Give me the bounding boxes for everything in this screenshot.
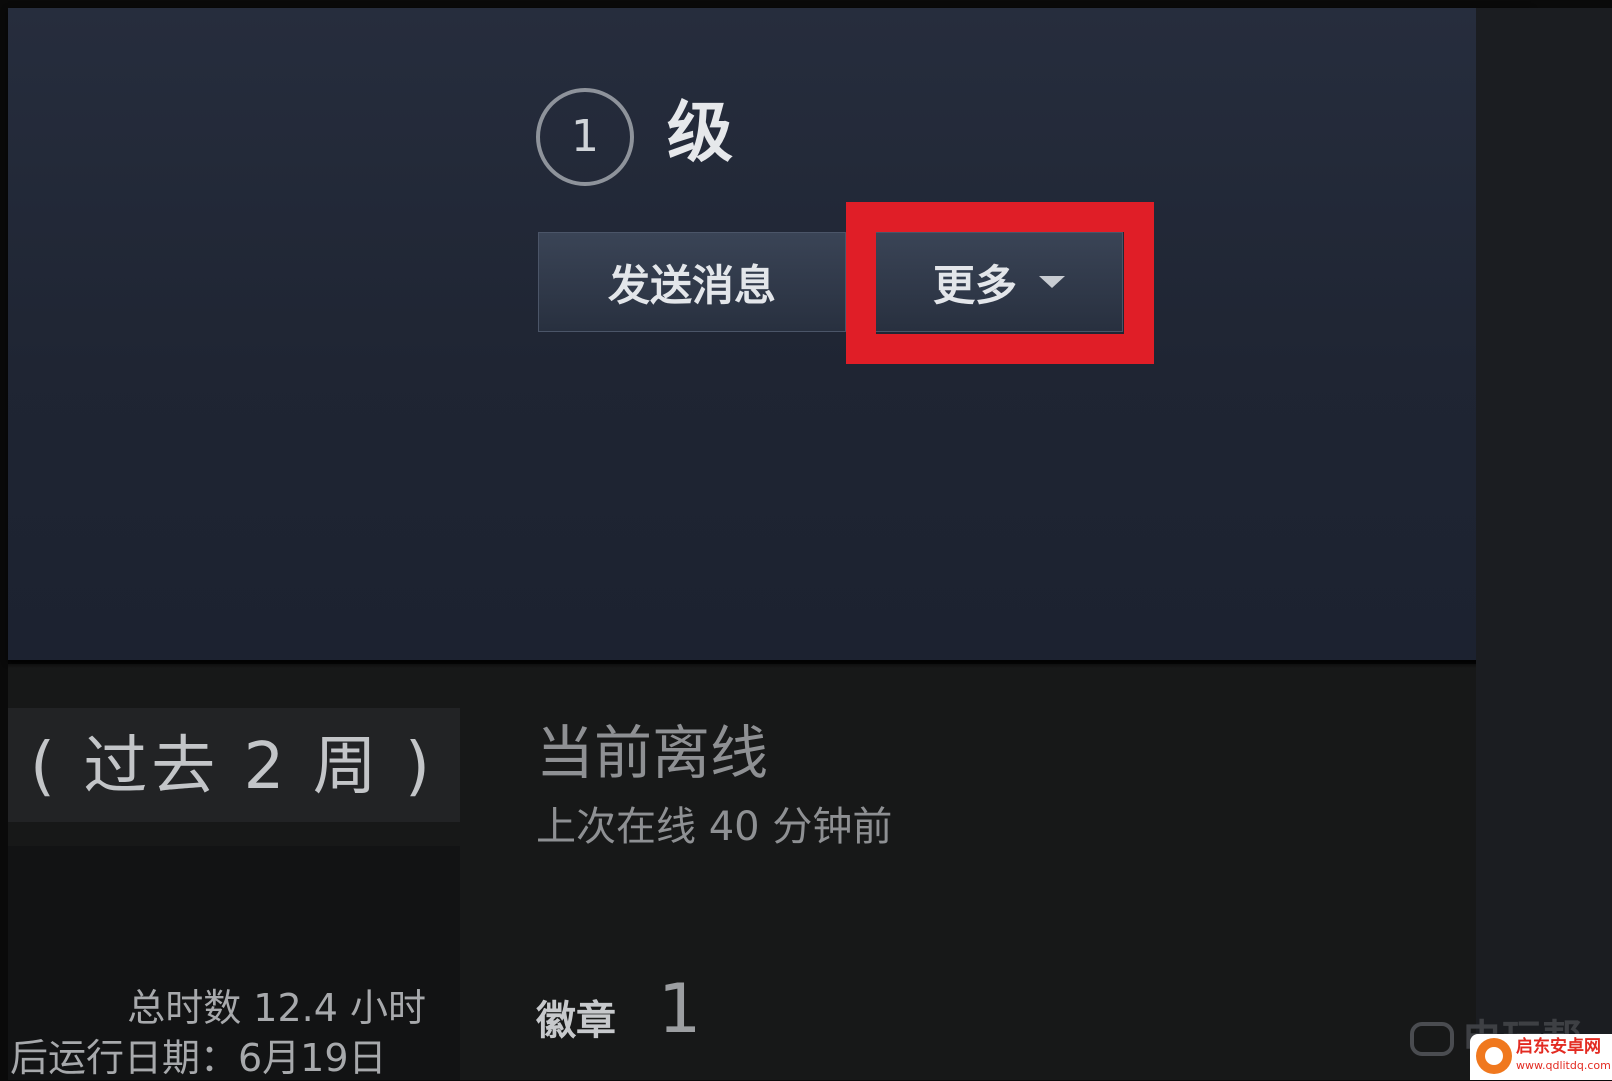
site-watermark-badge: 启东安卓网 www.qdlitdq.com bbox=[1470, 1034, 1612, 1080]
send-message-button[interactable]: 发送消息 bbox=[538, 232, 846, 332]
right-side-panel bbox=[1476, 8, 1612, 1080]
level-label: 级 bbox=[667, 94, 733, 171]
online-status-title: 当前离线 bbox=[536, 719, 769, 787]
last-online-text: 上次在线 40 分钟前 bbox=[536, 804, 893, 850]
site-url: www.qdlitdq.com bbox=[1516, 1059, 1611, 1072]
last-run-date-text: 后运行日期：6月19日 bbox=[10, 1036, 387, 1080]
highlight-annotation-box bbox=[846, 202, 1154, 364]
badges-link[interactable]: 徽章 bbox=[536, 996, 616, 1046]
badge-count: 1 bbox=[658, 970, 702, 1049]
recent-activity-period: ( 过去 2 周 ) bbox=[30, 730, 435, 804]
site-name: 启东安卓网 bbox=[1516, 1037, 1601, 1057]
section-divider bbox=[8, 660, 1476, 668]
site-logo-icon bbox=[1476, 1038, 1512, 1074]
level-number: 1 bbox=[571, 111, 599, 162]
total-hours-text: 总时数 12.4 小时 bbox=[127, 986, 426, 1030]
level-badge: 1 bbox=[536, 88, 634, 186]
watermark-gamepad-icon bbox=[1410, 1022, 1454, 1056]
profile-header bbox=[8, 8, 1531, 660]
